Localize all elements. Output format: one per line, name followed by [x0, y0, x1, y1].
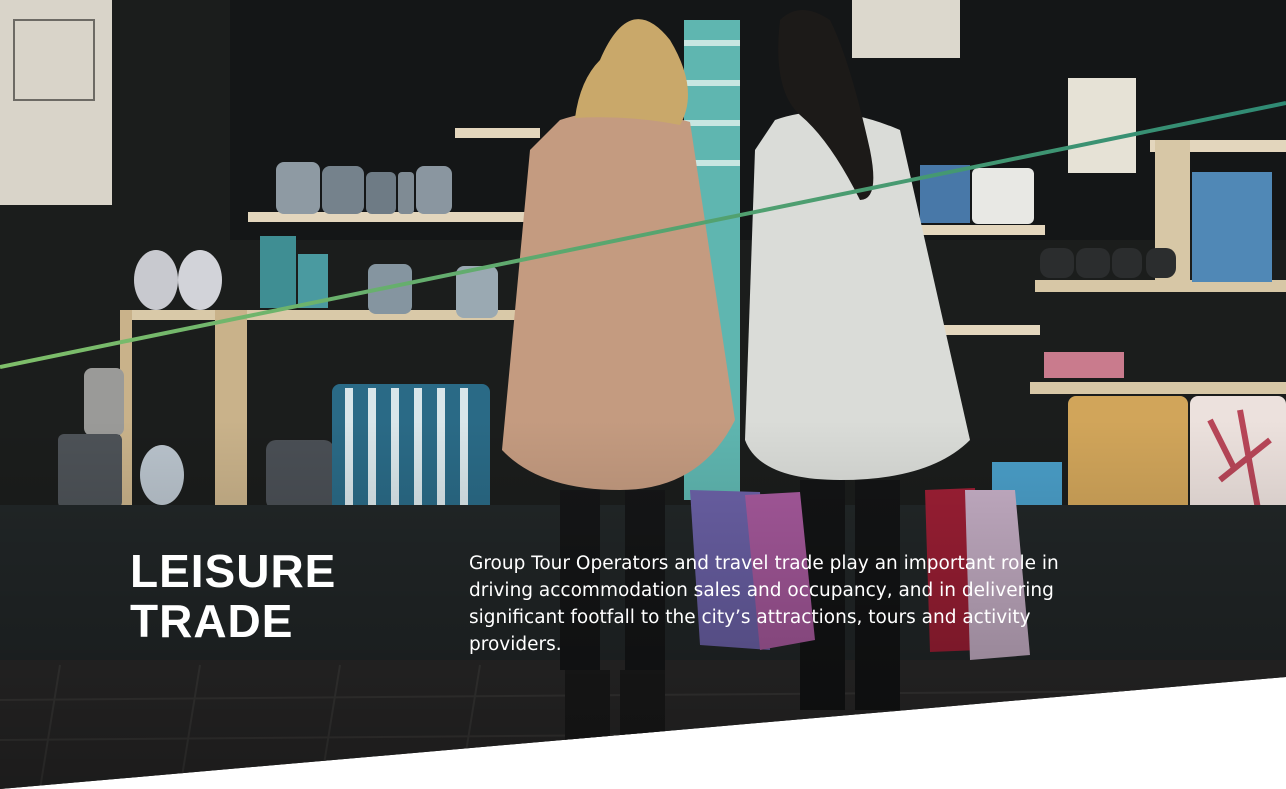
section-title: LEISURE TRADE — [130, 546, 336, 646]
shop-window-photo — [0, 0, 1286, 789]
section-description: Group Tour Operators and travel trade pl… — [469, 553, 1059, 655]
section-title-line-1: LEISURE — [130, 545, 337, 597]
leisure-trade-hero: LEISURE TRADE Group Tour Operators and t… — [0, 0, 1286, 789]
section-title-line-2: TRADE — [130, 595, 294, 647]
